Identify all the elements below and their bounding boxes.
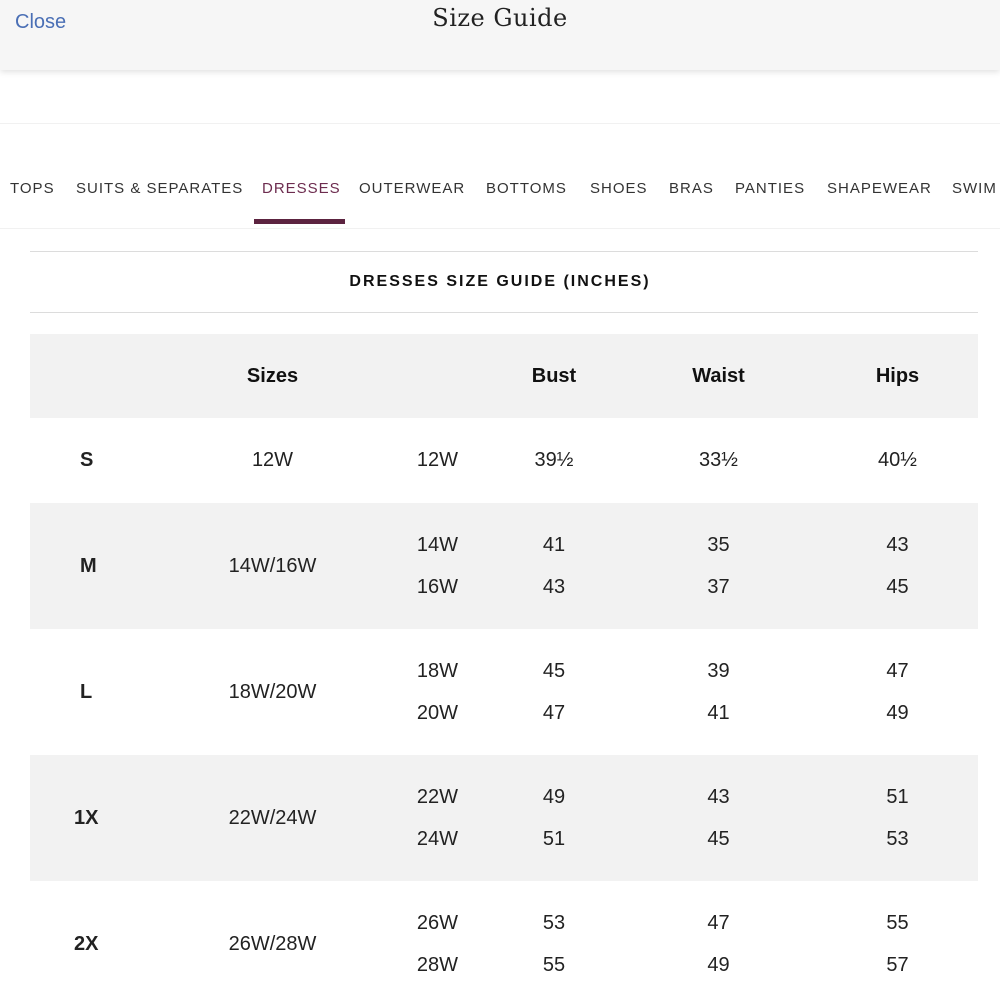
header-cell-bust: Bust — [531, 364, 577, 387]
hips-value: 49 — [886, 702, 909, 724]
title-rule-bottom — [30, 312, 978, 313]
bust-cell: 41 43 — [458, 503, 630, 629]
hips-cell: 47 49 — [772, 629, 978, 755]
tab-bottoms[interactable]: BOTTOMS — [486, 180, 567, 197]
size-range: 14W/16W — [228, 554, 317, 577]
size-label: L — [80, 680, 93, 703]
table-row: 2X 26W/28W 26W 28W 53 55 47 49 55 57 — [30, 881, 978, 1007]
waist-value: 41 — [707, 702, 730, 724]
numeric-size: 18W — [416, 660, 458, 682]
bust-cell: 53 55 — [458, 881, 630, 1007]
numeric-size-cell: 18W 20W — [400, 629, 458, 755]
size-label: S — [80, 449, 94, 471]
numeric-size-cell: 14W 16W — [400, 503, 458, 629]
tab-outerwear[interactable]: OUTERWEAR — [359, 180, 465, 197]
hips-value: 57 — [886, 954, 909, 976]
numeric-size-cell: 22W 24W — [400, 755, 458, 881]
header-cell-blank — [30, 334, 145, 418]
waist-cell: 47 49 — [630, 881, 772, 1007]
size-range: 18W/20W — [228, 680, 317, 703]
numeric-size: 26W — [416, 912, 458, 934]
bust-value: 45 — [542, 660, 566, 682]
size-range: 12W — [251, 449, 294, 471]
header-cell-sizes: Sizes — [246, 364, 299, 387]
modal-title: Size Guide — [432, 4, 568, 32]
size-range: 22W/24W — [228, 806, 317, 829]
hips-value: 47 — [886, 660, 909, 682]
tab-swim[interactable]: SWIM — [952, 180, 997, 197]
bust-value: 51 — [542, 828, 566, 850]
size-range: 26W/28W — [228, 932, 317, 955]
numeric-size: 16W — [416, 576, 458, 598]
table-row: L 18W/20W 18W 20W 45 47 39 41 47 49 — [30, 629, 978, 755]
bust-value: 49 — [542, 786, 566, 808]
category-tabs: TOPS SUITS & SEPARATES DRESSES OUTERWEAR… — [0, 170, 1000, 226]
waist-value: 37 — [707, 576, 730, 598]
numeric-size: 24W — [416, 828, 458, 850]
numeric-size: 20W — [416, 702, 458, 724]
size-table: Sizes Bust Waist Hips S 12W 12W 39½ 33½ … — [30, 334, 978, 1007]
modal-header: Close Size Guide — [0, 0, 1000, 70]
hips-value: 45 — [886, 576, 909, 598]
hips-value: 53 — [886, 828, 909, 850]
tab-suits-separates[interactable]: SUITS & SEPARATES — [76, 180, 243, 197]
hips-cell: 51 53 — [772, 755, 978, 881]
numeric-size: 12W — [416, 449, 458, 471]
divider — [0, 123, 1000, 124]
table-row: M 14W/16W 14W 16W 41 43 35 37 43 45 — [30, 503, 978, 629]
bust-value: 43 — [542, 576, 566, 598]
bust-cell: 45 47 — [458, 629, 630, 755]
waist-cell: 43 45 — [630, 755, 772, 881]
waist-value: 43 — [707, 786, 730, 808]
waist-value: 47 — [707, 912, 730, 934]
bust-value: 53 — [542, 912, 566, 934]
waist-cell: 35 37 — [630, 503, 772, 629]
bust-value: 47 — [542, 702, 566, 724]
hips-value: 55 — [886, 912, 909, 934]
waist-value: 49 — [707, 954, 730, 976]
waist-value: 35 — [707, 534, 730, 556]
header-cell-blank — [400, 334, 458, 418]
tab-panties[interactable]: PANTIES — [735, 180, 805, 197]
table-header-row: Sizes Bust Waist Hips — [30, 334, 978, 418]
tab-tops[interactable]: TOPS — [10, 180, 55, 197]
bust-value: 39½ — [534, 449, 574, 471]
waist-cell: 39 41 — [630, 629, 772, 755]
size-guide-title: DRESSES SIZE GUIDE (INCHES) — [349, 273, 651, 290]
size-label: M — [80, 554, 97, 577]
size-label: 2X — [74, 932, 99, 955]
waist-value: 39 — [707, 660, 730, 682]
bust-value: 41 — [542, 534, 566, 556]
tabs-divider — [0, 228, 1000, 229]
hips-cell: 55 57 — [772, 881, 978, 1007]
header-cell-waist: Waist — [692, 364, 745, 387]
title-rule-top — [30, 251, 978, 252]
tab-shoes[interactable]: SHOES — [590, 180, 648, 197]
waist-value: 45 — [707, 828, 730, 850]
tab-dresses[interactable]: DRESSES — [262, 180, 341, 197]
hips-value: 51 — [886, 786, 909, 808]
numeric-size: 14W — [416, 534, 458, 556]
hips-value: 40½ — [878, 449, 917, 471]
active-tab-indicator — [254, 219, 345, 224]
tab-bras[interactable]: BRAS — [669, 180, 714, 197]
hips-cell: 43 45 — [772, 503, 978, 629]
bust-cell: 49 51 — [458, 755, 630, 881]
numeric-size-cell: 26W 28W — [400, 881, 458, 1007]
hips-value: 43 — [886, 534, 909, 556]
numeric-size: 28W — [416, 954, 458, 976]
tab-shapewear[interactable]: SHAPEWEAR — [827, 180, 932, 197]
waist-value: 33½ — [699, 449, 738, 471]
numeric-size: 22W — [416, 786, 458, 808]
table-row: S 12W 12W 39½ 33½ 40½ — [30, 418, 978, 503]
size-label: 1X — [74, 806, 99, 829]
header-cell-hips: Hips — [875, 364, 920, 387]
bust-value: 55 — [542, 954, 566, 976]
table-row: 1X 22W/24W 22W 24W 49 51 43 45 51 53 — [30, 755, 978, 881]
